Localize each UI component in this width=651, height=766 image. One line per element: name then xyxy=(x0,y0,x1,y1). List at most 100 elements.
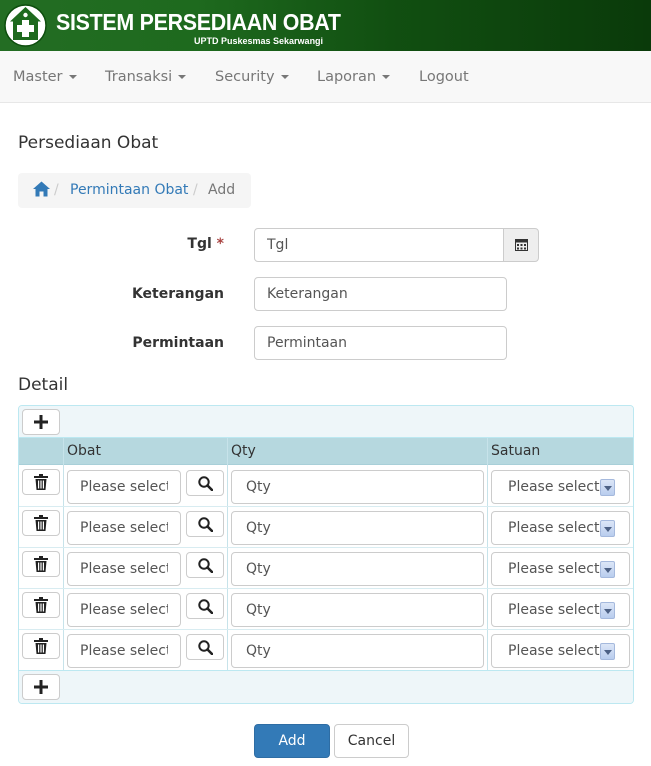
trash-icon xyxy=(34,597,48,613)
app-header: SISTEM PERSEDIAAN OBAT UPTD Puskesmas Se… xyxy=(0,0,651,51)
search-obat-button[interactable] xyxy=(186,470,224,496)
required-mark: * xyxy=(216,236,224,252)
app-title: SISTEM PERSEDIAAN OBAT xyxy=(56,9,341,35)
tgl-label: Tgl * xyxy=(150,236,224,252)
search-obat-button[interactable] xyxy=(186,552,224,578)
satuan-select-value: Please select xyxy=(508,602,600,618)
delete-row-button[interactable] xyxy=(22,510,60,536)
row-divider xyxy=(19,506,633,507)
calendar-button[interactable] xyxy=(503,228,539,262)
trash-icon xyxy=(34,474,48,490)
column-divider xyxy=(487,438,488,670)
app-subtitle: UPTD Puskesmas Sekarwangi xyxy=(194,36,324,46)
qty-input[interactable] xyxy=(231,634,484,668)
trash-icon xyxy=(34,556,48,572)
add-row-button[interactable] xyxy=(22,409,60,435)
keterangan-input[interactable] xyxy=(254,277,507,311)
column-divider xyxy=(63,438,64,670)
plus-icon xyxy=(34,680,48,694)
dropdown-arrow-icon xyxy=(600,643,615,660)
caret-down-icon xyxy=(178,75,187,79)
delete-row-button[interactable] xyxy=(22,551,60,577)
detail-table: Obat Qty Satuan Please select Qty Please… xyxy=(18,405,634,704)
detail-toolbar-top xyxy=(19,406,633,438)
tgl-input[interactable] xyxy=(254,228,504,262)
caret-down-icon xyxy=(68,75,77,79)
column-header-obat: Obat xyxy=(67,443,101,459)
search-icon xyxy=(197,639,213,655)
qty-input[interactable] xyxy=(231,470,484,504)
detail-toolbar-bottom xyxy=(19,670,633,703)
qty-input[interactable] xyxy=(231,593,484,627)
breadcrumb-separator: / xyxy=(193,182,198,198)
nav-transaksi-label: Transaksi xyxy=(105,69,173,85)
obat-select-input[interactable] xyxy=(67,511,181,545)
plus-icon xyxy=(34,415,48,429)
qty-input[interactable] xyxy=(231,552,484,586)
cancel-button[interactable]: Cancel xyxy=(334,724,409,758)
nav-logout-label: Logout xyxy=(419,69,469,85)
nav-security-label: Security xyxy=(215,69,275,85)
detail-header-row: Obat Qty Satuan xyxy=(19,438,633,465)
add-row-button[interactable] xyxy=(22,674,60,700)
permintaan-input[interactable] xyxy=(254,326,507,360)
search-obat-button[interactable] xyxy=(186,634,224,660)
satuan-select[interactable]: Please select xyxy=(491,593,630,627)
dropdown-arrow-icon xyxy=(600,561,615,578)
qty-input[interactable] xyxy=(231,511,484,545)
search-obat-button[interactable] xyxy=(186,511,224,537)
caret-down-icon xyxy=(382,75,391,79)
row-divider xyxy=(19,629,633,630)
add-button[interactable]: Add xyxy=(254,724,330,758)
column-header-qty: Qty xyxy=(231,443,256,459)
nav-master-label: Master xyxy=(13,69,63,85)
search-icon xyxy=(197,475,213,491)
trash-icon xyxy=(34,638,48,654)
satuan-select-value: Please select xyxy=(508,520,600,536)
breadcrumb: / Permintaan Obat / Add xyxy=(18,173,251,208)
satuan-select[interactable]: Please select xyxy=(491,634,630,668)
search-icon xyxy=(197,598,213,614)
satuan-select[interactable]: Please select xyxy=(491,470,630,504)
delete-row-button[interactable] xyxy=(22,469,60,495)
nav-transaksi[interactable]: Transaksi xyxy=(105,69,187,85)
main-navbar: Master Transaksi Security Laporan Logout xyxy=(0,51,651,103)
search-obat-button[interactable] xyxy=(186,593,224,619)
nav-security[interactable]: Security xyxy=(215,69,289,85)
permintaan-label: Permintaan xyxy=(132,335,224,351)
nav-logout[interactable]: Logout xyxy=(419,69,469,85)
breadcrumb-link-permintaan-obat[interactable]: Permintaan Obat xyxy=(70,182,188,198)
satuan-select[interactable]: Please select xyxy=(491,552,630,586)
satuan-select-value: Please select xyxy=(508,561,600,577)
page-title: Persediaan Obat xyxy=(18,133,159,153)
satuan-select-value: Please select xyxy=(508,643,600,659)
breadcrumb-active: Add xyxy=(208,182,236,198)
dropdown-arrow-icon xyxy=(600,479,615,496)
obat-select-input[interactable] xyxy=(67,552,181,586)
nav-laporan[interactable]: Laporan xyxy=(317,69,391,85)
search-icon xyxy=(197,516,213,532)
column-header-satuan: Satuan xyxy=(491,443,541,459)
search-icon xyxy=(197,557,213,573)
calendar-icon xyxy=(515,239,528,251)
puskesmas-logo-icon xyxy=(4,4,47,47)
delete-row-button[interactable] xyxy=(22,633,60,659)
breadcrumb-separator: / xyxy=(54,182,59,198)
row-divider xyxy=(19,588,633,589)
keterangan-label: Keterangan xyxy=(131,286,224,302)
obat-select-input[interactable] xyxy=(67,634,181,668)
delete-row-button[interactable] xyxy=(22,592,60,618)
nav-laporan-label: Laporan xyxy=(317,69,377,85)
detail-title: Detail xyxy=(18,375,69,395)
obat-select-input[interactable] xyxy=(67,593,181,627)
tgl-label-text: Tgl xyxy=(187,236,212,252)
dropdown-arrow-icon xyxy=(600,602,615,619)
trash-icon xyxy=(34,515,48,531)
obat-select-input[interactable] xyxy=(67,470,181,504)
nav-master[interactable]: Master xyxy=(13,69,77,85)
satuan-select[interactable]: Please select xyxy=(491,511,630,545)
satuan-select-value: Please select xyxy=(508,479,600,495)
column-divider xyxy=(227,438,228,670)
row-divider xyxy=(19,547,633,548)
home-icon[interactable] xyxy=(33,181,50,197)
